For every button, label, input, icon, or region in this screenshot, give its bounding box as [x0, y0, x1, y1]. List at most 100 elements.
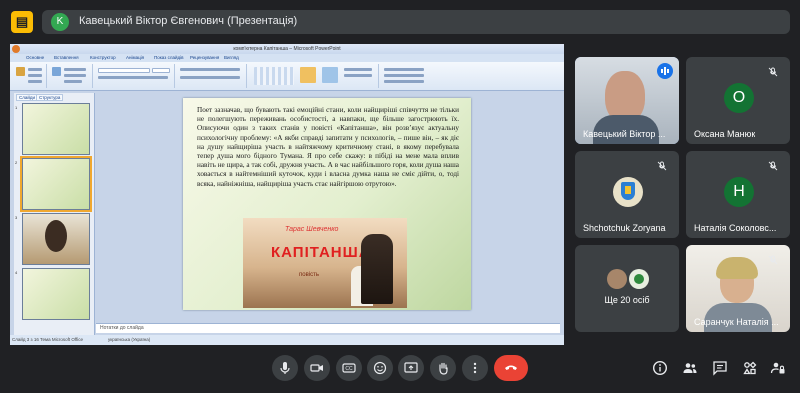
raise-hand-icon — [439, 362, 448, 375]
participant-name: Кавецький Віктор ... — [583, 129, 666, 139]
slide-thumbnail — [22, 103, 90, 155]
ribbon-group-font — [94, 64, 175, 88]
activities-button[interactable] — [742, 360, 758, 376]
notes-placeholder: Нотатки до слайда — [100, 325, 144, 331]
presenter-label: Кавецький Віктор Євгенович (Презентація) — [79, 15, 298, 27]
ribbon-item — [344, 68, 372, 71]
ribbon-item — [64, 80, 82, 83]
thumb-number: 4 — [15, 270, 18, 275]
ppt-ribbon-tabs: Основне Вставлення Конструктор Анімація … — [10, 54, 564, 62]
ribbon-item — [28, 74, 42, 77]
participant-tile-shchotchuk[interactable]: Shchotchuk Zoryana — [575, 151, 679, 238]
more-participants-label: Ще 20 осіб — [604, 295, 650, 305]
meeting-controls: CC — [0, 348, 800, 393]
people-icon — [683, 363, 697, 373]
chat-button[interactable] — [712, 360, 728, 376]
participant-tile-saranchuk[interactable]: Саранчук Наталія ... — [686, 245, 790, 332]
microphone-button[interactable] — [272, 355, 298, 381]
ppt-tab-view: Вигляд — [224, 55, 239, 60]
participant-tile-oksana[interactable]: О Оксана Манюк — [686, 57, 790, 144]
status-language: українська (Україна) — [108, 337, 151, 342]
ppt-tab-slideshow: Показ слайдів — [154, 55, 184, 60]
logo-icon — [634, 274, 644, 284]
top-bar: ▤ K Кавецький Віктор Євгенович (Презента… — [0, 0, 800, 44]
book-subtitle: повість — [299, 272, 319, 278]
end-call-button[interactable] — [494, 355, 528, 381]
mic-off-icon — [657, 158, 671, 172]
camera-button[interactable] — [304, 355, 330, 381]
ppt-tab-home: Основне — [26, 55, 45, 60]
present-button[interactable] — [398, 355, 424, 381]
trident-icon — [625, 186, 631, 194]
participant-avatar-small — [629, 269, 649, 289]
presentation-banner[interactable]: K Кавецький Віктор Євгенович (Презентаці… — [42, 10, 790, 34]
ribbon-group-slides — [48, 64, 93, 88]
participant-tile-natalia-s[interactable]: Н Наталія Соколовс... — [686, 151, 790, 238]
paste-icon — [16, 67, 25, 76]
font-size-select — [152, 68, 170, 73]
participant-hair — [716, 257, 758, 279]
ppt-ribbon — [10, 62, 564, 91]
participant-name: Shchotchuk Zoryana — [583, 223, 666, 233]
ppt-status-bar: Слайд 3 з 16 Тема Microsoft Office украї… — [10, 335, 564, 345]
thumb-number: 1 — [15, 105, 18, 110]
ribbon-item — [28, 80, 42, 83]
participant-avatar-logo — [613, 177, 643, 207]
ribbon-item — [384, 80, 424, 83]
portrait-image — [45, 220, 67, 252]
participant-avatar: О — [724, 83, 754, 113]
microphone-icon — [280, 362, 290, 374]
book-author: Тарас Шевченко — [285, 226, 339, 233]
ribbon-group-clipboard — [12, 64, 47, 88]
people-button[interactable] — [682, 360, 698, 376]
meeting-details-button[interactable] — [652, 360, 668, 376]
participant-avatar-small — [607, 269, 627, 289]
more-options-button[interactable] — [462, 355, 488, 381]
book-title: КАПІТАНША — [271, 244, 371, 261]
ppt-window-title: комп'ютерна Капітанша – Microsoft PowerP… — [233, 46, 341, 52]
participant-name: Оксана Манюк — [694, 129, 756, 139]
ppt-tab-animation: Анімація — [126, 55, 145, 60]
more-options-icon — [473, 362, 477, 374]
chat-icon — [713, 361, 727, 376]
ribbon-item — [180, 68, 240, 71]
slide-body-text: Поет зазначав, що бувають такі емоційні … — [197, 106, 459, 188]
mic-off-icon — [768, 158, 782, 172]
host-controls-icon — [770, 362, 785, 374]
slides-panel: Слайди Структура 1 2 3 4 — [14, 93, 95, 337]
ppt-tab-insert: Вставлення — [54, 55, 79, 60]
participant-tile-kavetskyi[interactable]: Кавецький Віктор ... — [575, 57, 679, 144]
office-button-icon — [12, 45, 20, 53]
closed-captions-icon: CC — [342, 363, 356, 373]
book-figure-man — [361, 234, 393, 304]
arrange-icon — [300, 67, 316, 83]
captions-label: CC — [345, 366, 353, 372]
mic-off-icon — [768, 64, 782, 78]
ribbon-item — [64, 68, 86, 71]
ppt-title-bar: комп'ютерна Капітанша – Microsoft PowerP… — [10, 44, 564, 54]
book-cover-image: Тарас Шевченко КАПІТАНША повість — [243, 218, 407, 308]
current-slide: Поет зазначав, що бувають такі емоційні … — [183, 98, 471, 310]
host-controls-button[interactable] — [770, 360, 786, 376]
thumb-number: 2 — [15, 160, 18, 165]
shared-screen: комп'ютерна Капітанша – Microsoft PowerP… — [10, 44, 564, 345]
presenter-avatar: K — [51, 13, 69, 31]
ribbon-item — [344, 74, 372, 77]
emoji-button[interactable] — [367, 355, 393, 381]
quick-styles-icon — [322, 67, 338, 83]
participant-name: Саранчук Наталія ... — [694, 317, 779, 327]
participant-name: Наталія Соколовс... — [694, 223, 777, 233]
ribbon-item — [28, 68, 42, 71]
end-call-icon — [505, 365, 517, 370]
panel-tab-slides: Слайди — [16, 94, 39, 101]
ribbon-item — [384, 74, 424, 77]
participant-tile-more[interactable]: Ще 20 осіб — [575, 245, 679, 332]
mic-off-icon — [768, 252, 782, 266]
thumb-number: 3 — [15, 215, 18, 220]
raise-hand-button[interactable] — [430, 355, 456, 381]
captions-button[interactable]: CC — [336, 355, 362, 381]
ppt-tab-design: Конструктор — [90, 55, 116, 60]
ribbon-group-editing — [380, 64, 440, 88]
slide-thumbnail — [22, 268, 90, 320]
slide-thumbnail-portrait — [22, 213, 90, 265]
